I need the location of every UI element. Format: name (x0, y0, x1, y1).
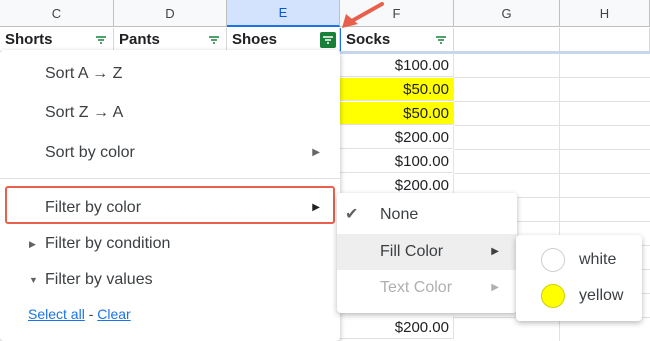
submenu-item-none[interactable]: ✔ None (337, 197, 517, 233)
header-label-shoes: Shoes (232, 31, 278, 48)
filter-by-color-submenu: ✔ None Fill Color ▶ Text Color ▶ (337, 193, 517, 313)
socks-cell[interactable]: $200.00 (340, 126, 454, 149)
selection-links: Select all - Clear (28, 306, 131, 322)
submenu-item-text-color[interactable]: Text Color ▶ (337, 270, 517, 306)
annotation-highlight-box (5, 186, 335, 224)
header-cell-h[interactable] (560, 28, 650, 52)
menu-item-label: Sort by color (45, 144, 135, 161)
header-label-socks: Socks (346, 31, 391, 48)
menu-item-sort-by-color[interactable]: Sort by color ▶ (0, 135, 340, 171)
color-swatch-yellow (541, 284, 565, 308)
menu-item-label: Filter by values (45, 271, 153, 288)
filter-icon-active[interactable] (320, 32, 336, 48)
select-all-link[interactable]: Select all (28, 306, 85, 322)
fill-color-submenu: white yellow (516, 235, 642, 321)
menu-divider (0, 178, 340, 179)
link-separator: - (84, 306, 98, 322)
menu-item-filter-by-values[interactable]: ▼ Filter by values (0, 262, 340, 298)
column-header-h[interactable]: H (560, 0, 650, 27)
menu-item-sort-az[interactable]: Sort A → Z (0, 56, 340, 92)
socks-cell[interactable]: $100.00 (340, 54, 454, 77)
submenu-item-label: Text Color (380, 279, 453, 296)
fill-option-label: white (579, 251, 617, 268)
header-cell-shorts[interactable]: Shorts (0, 28, 114, 52)
submenu-item-fill-color[interactable]: Fill Color ▶ (337, 234, 517, 270)
fill-option-yellow[interactable]: yellow (516, 278, 642, 314)
socks-cell[interactable]: $50.00 (340, 102, 454, 125)
fill-option-label: yellow (579, 287, 624, 304)
header-label-pants: Pants (119, 31, 160, 48)
checkmark-icon: ✔ (345, 206, 359, 223)
menu-item-sort-za[interactable]: Sort Z → A (0, 95, 340, 131)
collapse-triangle-icon: ▼ (29, 275, 38, 285)
header-cell-g[interactable] (454, 28, 560, 52)
submenu-arrow-icon: ▶ (491, 246, 499, 257)
annotation-arrow-icon (342, 2, 384, 28)
header-label-shorts: Shorts (5, 31, 53, 48)
socks-cell[interactable]: $100.00 (340, 150, 454, 173)
column-header-e[interactable]: E (227, 0, 340, 27)
expand-triangle-icon: ▶ (29, 239, 36, 249)
submenu-arrow-icon: ▶ (312, 147, 320, 158)
menu-item-label: Sort Z → A (45, 104, 124, 121)
clear-link[interactable]: Clear (97, 306, 130, 322)
socks-cell[interactable]: $200.00 (340, 316, 454, 339)
submenu-item-label: None (380, 206, 419, 223)
socks-cell[interactable]: $50.00 (340, 78, 454, 101)
submenu-item-label: Fill Color (380, 243, 444, 260)
submenu-arrow-icon: ▶ (491, 282, 499, 293)
header-cell-socks[interactable]: Socks (340, 28, 454, 52)
menu-item-label: Sort A → Z (45, 65, 123, 82)
column-header-g[interactable]: G (454, 0, 560, 27)
column-header-c[interactable]: C (0, 0, 114, 27)
menu-item-filter-by-condition[interactable]: ▶ Filter by condition (0, 226, 340, 262)
column-header-d[interactable]: D (114, 0, 227, 27)
header-cell-shoes[interactable]: Shoes (227, 28, 340, 52)
menu-item-label: Filter by condition (45, 235, 171, 252)
header-cell-pants[interactable]: Pants (114, 28, 227, 52)
filter-icon[interactable] (94, 33, 108, 47)
filter-icon[interactable] (207, 33, 221, 47)
filter-icon[interactable] (434, 33, 448, 47)
fill-option-white[interactable]: white (516, 242, 642, 278)
color-swatch-white (541, 248, 565, 272)
